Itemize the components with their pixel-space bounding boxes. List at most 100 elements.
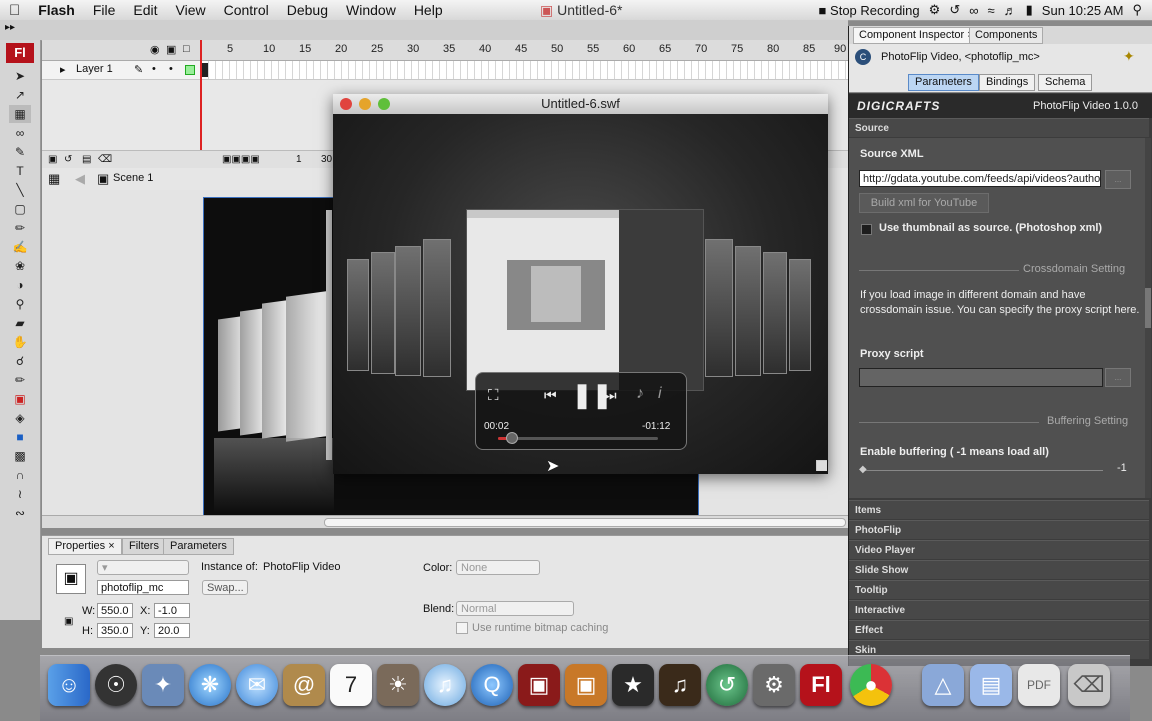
- layer-outline-color[interactable]: [185, 65, 195, 75]
- progress-track[interactable]: [498, 437, 658, 440]
- lock-icon[interactable]: ▣: [166, 43, 176, 56]
- applications-folder-icon[interactable]: △: [922, 664, 964, 706]
- source-xml-field[interactable]: http://gdata.youtube.com/feeds/api/video…: [859, 170, 1101, 187]
- selection-tool-icon[interactable]: ➤: [9, 67, 31, 85]
- text-tool-icon[interactable]: T: [9, 162, 31, 180]
- time-machine-icon[interactable]: ↺: [949, 2, 960, 18]
- color-swatch-icon[interactable]: ■: [9, 428, 31, 446]
- pdf-document-icon[interactable]: PDF: [1018, 664, 1060, 706]
- symbol-type-dropdown[interactable]: ▾: [97, 560, 189, 575]
- height-field[interactable]: 350.0: [97, 623, 133, 638]
- paint-bucket-icon[interactable]: ◑: [9, 276, 31, 294]
- imovie-icon[interactable]: ★: [612, 664, 654, 706]
- delete-layer-icon[interactable]: ⌫: [98, 154, 112, 165]
- x-field[interactable]: -1.0: [154, 603, 190, 618]
- itunes-icon[interactable]: ♫: [424, 664, 466, 706]
- proxy-field[interactable]: [859, 368, 1103, 387]
- thumbnail-checkbox[interactable]: [861, 224, 872, 235]
- system-preferences-icon[interactable]: ⚙: [753, 664, 795, 706]
- safari-icon[interactable]: ❋: [189, 664, 231, 706]
- blend-dropdown[interactable]: Normal: [456, 601, 574, 616]
- battery-icon[interactable]: ▮: [1026, 2, 1033, 18]
- menu-edit[interactable]: Edit: [124, 2, 166, 18]
- width-field[interactable]: 550.0: [97, 603, 133, 618]
- subselection-tool-icon[interactable]: ↗: [9, 86, 31, 104]
- close-icon[interactable]: ×: [108, 540, 114, 552]
- finder-icon[interactable]: ☺: [48, 664, 90, 706]
- section-video-player[interactable]: Video Player: [849, 540, 1149, 559]
- tab-bindings[interactable]: Bindings: [979, 74, 1036, 91]
- proxy-browse-button[interactable]: ...: [1105, 368, 1131, 387]
- resize-handle[interactable]: [816, 460, 827, 471]
- menu-file[interactable]: File: [84, 2, 125, 18]
- sparkle-icon[interactable]: ✦: [1123, 48, 1135, 65]
- scroll-thumb[interactable]: [324, 518, 846, 527]
- straighten-icon[interactable]: ∾: [9, 504, 31, 522]
- stop-recording-item[interactable]: ■ Stop Recording: [819, 3, 920, 18]
- source-browse-button[interactable]: ...: [1105, 170, 1131, 189]
- stroke-color-icon[interactable]: ✏: [9, 371, 31, 389]
- mail-bird-icon[interactable]: ✦: [142, 664, 184, 706]
- music-note-icon[interactable]: ♪: [636, 385, 644, 403]
- volume-icon[interactable]: ♬: [1004, 3, 1017, 18]
- clock[interactable]: Sun 10:25 AM: [1042, 3, 1124, 18]
- pen-tool-icon[interactable]: ✎: [9, 143, 31, 161]
- eye-icon[interactable]: ◉: [150, 43, 160, 56]
- info-icon[interactable]: i: [658, 385, 662, 403]
- rectangle-tool-icon[interactable]: ▢: [9, 200, 31, 218]
- bluetooth-icon[interactable]: ∞: [969, 3, 978, 18]
- build-xml-button[interactable]: Build xml for YouTube: [859, 193, 989, 213]
- swf-content[interactable]: ⛶ ⏮ ❚❚ ⏭ ♪ i 00:02 -01:12: [333, 114, 828, 474]
- zoom-button[interactable]: [378, 98, 390, 110]
- new-guide-icon[interactable]: ↺: [64, 154, 72, 165]
- brush-tool-icon[interactable]: ✍: [9, 238, 31, 256]
- new-layer-icon[interactable]: ▣: [48, 154, 57, 165]
- frame-ruler[interactable]: ◉ ▣ □ 5 10 15 20 25 30 35 40 45 50 55 60…: [42, 40, 848, 61]
- new-folder-icon[interactable]: ▤: [82, 154, 91, 165]
- line-tool-icon[interactable]: ╲: [9, 181, 31, 199]
- fullscreen-icon[interactable]: ⛶: [488, 387, 499, 404]
- instance-name-field[interactable]: photoflip_mc: [97, 580, 189, 595]
- tab-filters[interactable]: Filters: [122, 538, 166, 555]
- timeline-toggle-icon[interactable]: ▦: [48, 171, 60, 187]
- ichat-icon[interactable]: ✉: [236, 664, 278, 706]
- zoom-tool-icon[interactable]: ☌: [9, 352, 31, 370]
- time-machine-icon[interactable]: ↺: [706, 664, 748, 706]
- section-effect[interactable]: Effect: [849, 620, 1149, 639]
- buffering-slider-knob[interactable]: ◆: [859, 464, 867, 475]
- inspector-scrollbar[interactable]: [1145, 138, 1151, 498]
- onion-skin-icon[interactable]: ▣▣▣▣: [222, 154, 260, 165]
- scene-label[interactable]: Scene 1: [113, 172, 153, 184]
- default-colors-icon[interactable]: ▩: [9, 447, 31, 465]
- tab-component-inspector[interactable]: Component Inspector ×: [853, 27, 980, 44]
- gear-icon[interactable]: ⚙: [929, 2, 941, 18]
- buffering-slider-track[interactable]: [863, 470, 1103, 471]
- stage-hscrollbar[interactable]: [42, 515, 848, 528]
- swap-colors-icon[interactable]: ◈: [9, 409, 31, 427]
- progress-knob[interactable]: [505, 432, 518, 444]
- garageband-icon[interactable]: ♫: [659, 664, 701, 706]
- swap-button[interactable]: Swap...: [202, 580, 248, 595]
- collapse-icon[interactable]: ▸▸: [5, 22, 15, 33]
- chrome-icon[interactable]: ●: [850, 664, 892, 706]
- y-field[interactable]: 20.0: [154, 623, 190, 638]
- lasso-icon[interactable]: ∞: [9, 124, 31, 142]
- spotlight-icon[interactable]: ⚲: [1132, 2, 1142, 18]
- minimize-button[interactable]: [359, 98, 371, 110]
- menu-control[interactable]: Control: [215, 2, 278, 18]
- playhead[interactable]: [200, 40, 202, 168]
- bitmap-cache-checkbox[interactable]: [456, 622, 468, 634]
- next-icon[interactable]: ⏭: [604, 387, 617, 404]
- eyedropper-icon[interactable]: ⚲: [9, 295, 31, 313]
- video-thumbnail[interactable]: [466, 209, 704, 391]
- section-interactive[interactable]: Interactive: [849, 600, 1149, 619]
- address-book-icon[interactable]: @: [283, 664, 325, 706]
- section-items[interactable]: Items: [849, 500, 1149, 519]
- quicktime-icon[interactable]: Q: [471, 664, 513, 706]
- inspector-scroll-thumb[interactable]: [1145, 288, 1151, 328]
- close-button[interactable]: [340, 98, 352, 110]
- tab-components[interactable]: Components: [969, 27, 1044, 44]
- layer-name[interactable]: Layer 1: [76, 63, 113, 75]
- hand-tool-icon[interactable]: ✋: [9, 333, 31, 351]
- menu-window[interactable]: Window: [337, 2, 405, 18]
